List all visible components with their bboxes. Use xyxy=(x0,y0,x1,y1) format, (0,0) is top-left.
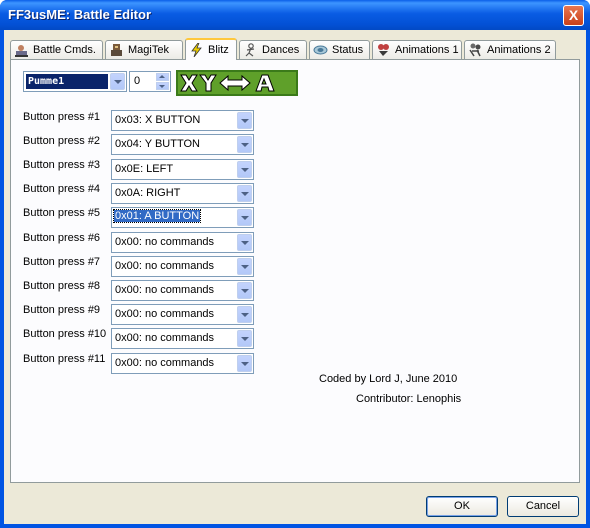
press-value: 0x0E: LEFT xyxy=(115,163,174,175)
press-label: Button press #7 xyxy=(23,256,101,268)
press-select-3[interactable]: 0x0E: LEFT xyxy=(111,159,254,180)
press-select-10[interactable]: 0x00: no commands xyxy=(111,328,254,349)
chevron-down-icon[interactable] xyxy=(237,136,252,153)
press-select-4[interactable]: 0x0A: RIGHT xyxy=(111,183,254,204)
status-icon xyxy=(313,45,328,55)
chevron-down-icon[interactable] xyxy=(237,282,252,299)
press-value: 0x00: no commands xyxy=(115,284,215,296)
press-value: 0x00: no commands xyxy=(115,357,215,369)
app-window: FF3usME: Battle Editor X Battle Cmds. Ma… xyxy=(0,0,590,528)
battle-cmds-icon xyxy=(15,45,28,57)
press-value: 0x04: Y BUTTON xyxy=(115,138,200,150)
blitz-input-sequence-graphic xyxy=(176,70,298,96)
chevron-down-icon[interactable] xyxy=(237,258,252,275)
lightning-icon xyxy=(191,43,202,57)
press-select-6[interactable]: 0x00: no commands xyxy=(111,232,254,253)
tab-magitek[interactable]: MagiTek xyxy=(105,40,183,59)
press-value: 0x03: X BUTTON xyxy=(115,114,201,126)
chevron-down-icon[interactable] xyxy=(237,161,252,178)
tab-dances[interactable]: Dances xyxy=(239,40,307,59)
spin-up-icon[interactable] xyxy=(156,73,169,81)
press-label: Button press #8 xyxy=(23,280,101,292)
animations1-icon xyxy=(378,44,389,56)
chevron-down-icon[interactable] xyxy=(237,306,252,323)
blitz-select-value: Pumme1 xyxy=(26,74,108,89)
contributor-credit: Contributor: Lenophis xyxy=(356,393,462,405)
tab-label: Animations 2 xyxy=(487,44,551,56)
close-icon: X xyxy=(568,7,579,23)
press-select-11[interactable]: 0x00: no commands xyxy=(111,353,254,374)
coded-by-credit: Coded by Lord J, June 2010 xyxy=(319,373,458,385)
cancel-button[interactable]: Cancel xyxy=(507,496,579,517)
press-select-8[interactable]: 0x00: no commands xyxy=(111,280,254,301)
tab-blitz[interactable]: Blitz xyxy=(185,38,237,60)
chevron-down-icon[interactable] xyxy=(237,112,252,129)
press-value: 0x00: no commands xyxy=(115,260,215,272)
press-label: Button press #3 xyxy=(23,159,101,171)
spin-down-icon[interactable] xyxy=(156,82,169,90)
press-label: Button press #4 xyxy=(23,183,101,195)
tab-animations-1[interactable]: Animations 1 xyxy=(372,40,462,59)
tab-battle-cmds[interactable]: Battle Cmds. xyxy=(10,40,103,59)
client-area: Battle Cmds. MagiTek Blitz Dances Status… xyxy=(4,30,586,524)
tab-label: Blitz xyxy=(208,44,229,56)
tab-status[interactable]: Status xyxy=(309,40,370,59)
close-button[interactable]: X xyxy=(563,5,584,26)
press-select-5[interactable]: 0x01: A BUTTON xyxy=(111,207,254,228)
animations2-icon xyxy=(469,43,481,57)
magitek-icon xyxy=(111,44,122,56)
blitz-select[interactable]: Pumme1 xyxy=(23,71,127,92)
press-select-9[interactable]: 0x00: no commands xyxy=(111,304,254,325)
press-value: 0x0A: RIGHT xyxy=(115,187,181,199)
blitz-index-value: 0 xyxy=(134,75,141,87)
tab-label: Status xyxy=(332,44,364,56)
blitz-index-spinner[interactable]: 0 xyxy=(129,71,171,92)
window-title: FF3usME: Battle Editor xyxy=(8,7,152,22)
chevron-down-icon[interactable] xyxy=(110,73,125,90)
press-label: Button press #11 xyxy=(23,353,106,365)
press-select-7[interactable]: 0x00: no commands xyxy=(111,256,254,277)
ok-button[interactable]: OK xyxy=(426,496,498,517)
blitz-panel: Pumme1 0 Button press #1 0x03: X BUTTON … xyxy=(10,59,580,483)
dances-icon xyxy=(245,43,255,57)
chevron-down-icon[interactable] xyxy=(237,209,252,226)
press-label: Button press #2 xyxy=(23,135,101,147)
press-label: Button press #6 xyxy=(23,232,101,244)
tab-label: Dances xyxy=(262,44,300,56)
press-label: Button press #5 xyxy=(23,207,101,219)
press-value: 0x00: no commands xyxy=(115,332,215,344)
press-value: 0x00: no commands xyxy=(115,308,215,320)
press-select-2[interactable]: 0x04: Y BUTTON xyxy=(111,134,254,155)
press-label: Button press #9 xyxy=(23,304,101,316)
chevron-down-icon[interactable] xyxy=(237,185,252,202)
press-select-1[interactable]: 0x03: X BUTTON xyxy=(111,110,254,131)
tab-strip: Battle Cmds. MagiTek Blitz Dances Status… xyxy=(10,38,580,60)
chevron-down-icon[interactable] xyxy=(237,330,252,347)
title-bar[interactable]: FF3usME: Battle Editor X xyxy=(0,0,590,30)
chevron-down-icon[interactable] xyxy=(237,234,252,251)
tab-label: MagiTek xyxy=(128,44,169,56)
press-label: Button press #10 xyxy=(23,328,107,340)
press-value: 0x00: no commands xyxy=(115,236,215,248)
chevron-down-icon[interactable] xyxy=(237,355,252,372)
press-label: Button press #1 xyxy=(23,111,101,123)
tab-label: Animations 1 xyxy=(395,44,459,56)
press-value: 0x01: A BUTTON xyxy=(112,209,202,223)
tab-label: Battle Cmds. xyxy=(33,44,96,56)
tab-animations-2[interactable]: Animations 2 xyxy=(464,40,556,59)
